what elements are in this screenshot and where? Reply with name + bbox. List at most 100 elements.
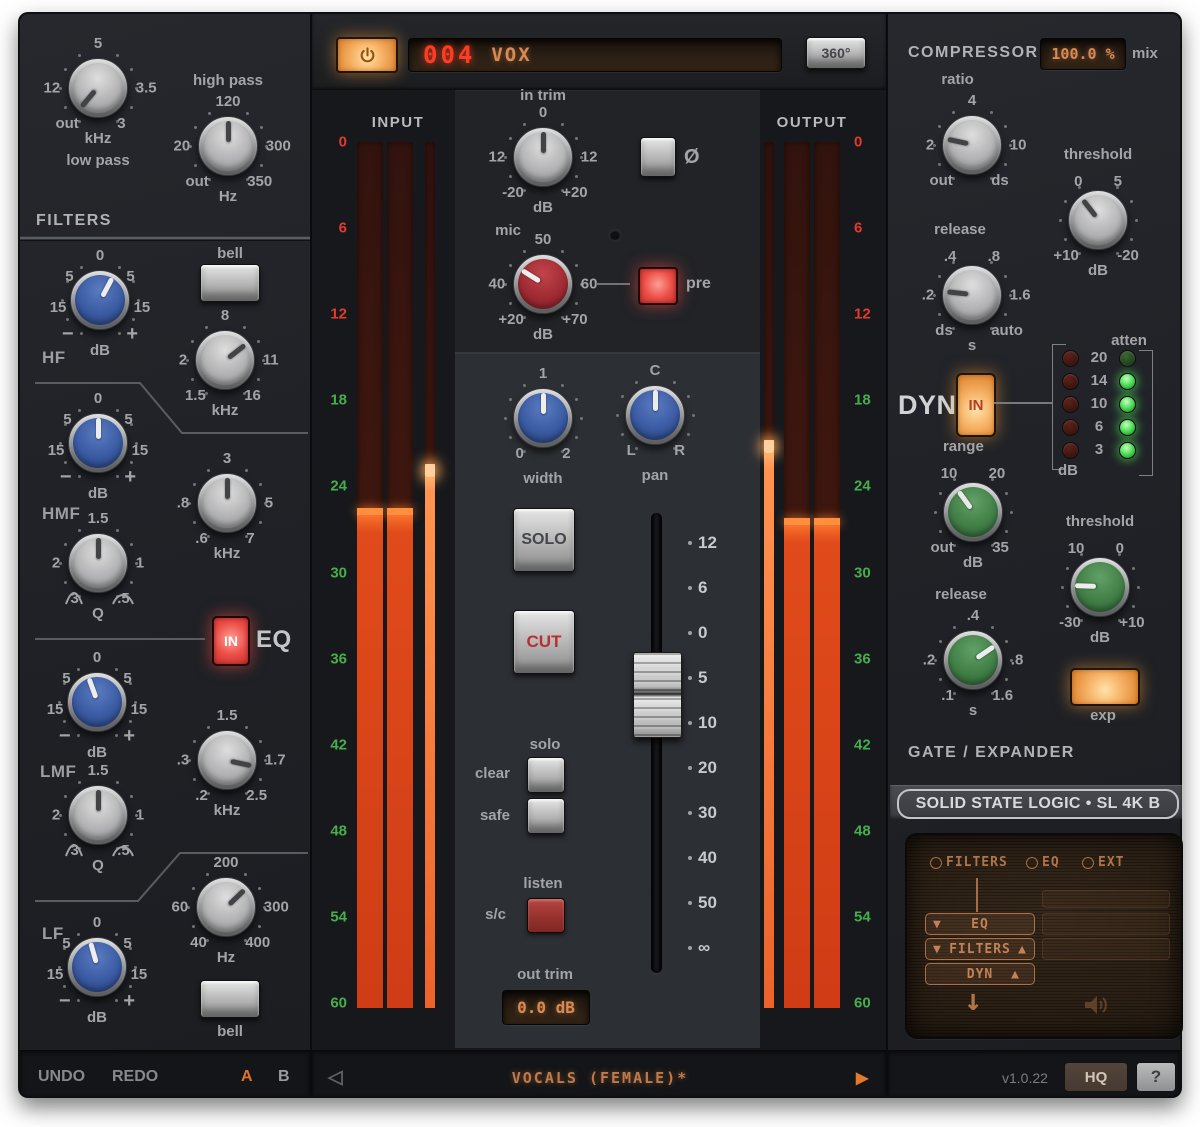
output-peak-meter <box>764 142 774 1008</box>
narrow-bell-icon <box>64 844 84 858</box>
safe-label: safe <box>462 807 510 824</box>
input-meter-label: INPUT <box>352 114 444 131</box>
eq-section-label: EQ <box>256 626 292 654</box>
hmf-q-knob[interactable]: 1.5 2 1 3 .5 Q <box>68 533 128 593</box>
sc-listen-button[interactable] <box>527 898 565 933</box>
pre-button[interactable] <box>638 267 678 305</box>
pan-knob[interactable]: C L R pan <box>625 385 685 445</box>
pre-led-icon <box>608 228 622 242</box>
preset-next-button[interactable]: ▶ <box>856 1068 868 1088</box>
clear-label: clear <box>462 765 510 782</box>
power-button[interactable] <box>336 37 398 73</box>
cut-button[interactable]: CUT <box>513 610 575 674</box>
hf-freq-knob[interactable]: 8 2 11 1.5 16 kHz <box>195 330 255 390</box>
preset-name: VOX <box>491 44 531 66</box>
hf-bell-button[interactable]: bell <box>200 264 260 302</box>
phase-invert-button[interactable] <box>640 137 676 177</box>
brand-badge: SOLID STATE LOGIC • SL 4K B <box>897 789 1179 819</box>
narrow-bell-icon <box>64 592 84 606</box>
listen-label: listen <box>513 875 573 892</box>
comp-release-knob[interactable]: release .4 .8 .2 1.6 ds auto s <box>942 265 1002 325</box>
node-radio-ext-icon[interactable] <box>1082 857 1094 869</box>
plugin-window: 5 12 3.5 out 3 kHz low pass high pass 12… <box>0 0 1200 1127</box>
lf-freq-knob[interactable]: 200 60 300 40 400 Hz <box>196 877 256 937</box>
hmf-freq-knob[interactable]: 3 .8 5 .6 7 kHz <box>197 473 257 533</box>
ab-compare-b[interactable]: B <box>278 1068 290 1086</box>
gr-led-green-3 <box>1119 442 1136 459</box>
undo-button[interactable]: UNDO <box>38 1068 85 1086</box>
atten-db-label: dB <box>1058 462 1078 479</box>
comp-ratio-knob[interactable]: ratio 4 2 10 out ds <box>942 115 1002 175</box>
low-pass-freq-knob[interactable]: 5 12 3.5 out 3 kHz low pass <box>68 58 128 118</box>
sc-label: s/c <box>458 906 506 923</box>
dyn-in-button[interactable]: IN <box>956 373 996 437</box>
lf-bell-button[interactable]: bell <box>200 980 260 1018</box>
lmf-band-label: LMF <box>40 762 76 782</box>
mic-pre-connector <box>596 283 630 285</box>
node-radio-eq-icon[interactable] <box>1026 857 1038 869</box>
speaker-icon <box>1082 993 1110 1017</box>
gr-led-red-10 <box>1062 396 1079 413</box>
atten-label: atten <box>1098 332 1160 349</box>
fader-cap[interactable] <box>633 652 682 738</box>
solo-button[interactable]: SOLO <box>513 508 575 572</box>
solo-safe-button[interactable] <box>527 798 565 834</box>
in-trim-knob[interactable]: in trim 0 12 12 -20 +20 dB <box>513 127 573 187</box>
preset-number: 004 <box>423 41 475 69</box>
wide-bell-icon <box>112 844 134 858</box>
gate-expander-title: GATE / EXPANDER <box>908 744 1075 762</box>
gr-led-green-6 <box>1119 419 1136 436</box>
node-radio-filters-icon[interactable] <box>930 857 942 869</box>
gate-release-knob[interactable]: release .4 .2 .8 .1 1.6 s <box>943 630 1003 690</box>
gate-threshold-knob[interactable]: threshold 10 0 -30 +10 dB <box>1070 557 1130 617</box>
pre-label: pre <box>686 275 711 293</box>
panel-divider <box>310 14 312 1096</box>
comp-threshold-knob[interactable]: threshold 0 5 +10 -20 dB <box>1068 190 1128 250</box>
solo-clear-button[interactable] <box>527 757 565 793</box>
high-pass-freq-knob[interactable]: high pass 120 20 300 out 350 Hz <box>198 116 258 176</box>
exp-button[interactable] <box>1070 668 1140 706</box>
out-trim-display[interactable]: 0.0 dB <box>502 990 590 1025</box>
routing-slot-dim <box>1042 938 1170 960</box>
help-button[interactable]: ? <box>1136 1062 1176 1092</box>
gate-range-knob[interactable]: range 10 20 out 35 dB <box>943 482 1003 542</box>
lmf-freq-knob[interactable]: 1.5 .3 1.7 .2 2.5 kHz <box>197 730 257 790</box>
routing-block-eq[interactable]: ▼ EQ <box>925 913 1035 935</box>
fader-track[interactable] <box>651 513 662 973</box>
hf-gain-knob[interactable]: 0 5 5 15 15 − + dB <box>70 270 130 330</box>
comp-mix-display[interactable]: 100.0 % <box>1040 38 1126 70</box>
solo-group-label: solo <box>515 736 575 753</box>
preset-name-footer[interactable]: VOCALS (FEMALE)* <box>430 1069 770 1087</box>
redo-button[interactable]: REDO <box>112 1068 158 1086</box>
lmf-q-knob[interactable]: 1.5 2 1 3 .5 Q <box>68 785 128 845</box>
mic-gain-knob[interactable]: mic 50 40 60 +20 +70 dB <box>513 254 573 314</box>
routing-output-arrow: ↓ <box>964 983 983 1018</box>
routing-slot-dim <box>1042 913 1170 935</box>
mode-360-button[interactable]: 360° <box>806 37 866 69</box>
preset-prev-button[interactable]: ◁ <box>328 1066 343 1089</box>
phase-symbol-label: Ø <box>684 146 700 169</box>
gr-led-red-3 <box>1062 442 1079 459</box>
gr-led-green-10 <box>1119 396 1136 413</box>
gr-led-green-14 <box>1119 373 1136 390</box>
ab-compare-a[interactable]: A <box>241 1068 253 1086</box>
eq-in-button[interactable]: IN <box>212 616 250 666</box>
compressor-title: COMPRESSOR <box>908 44 1039 62</box>
wide-bell-icon <box>112 592 134 606</box>
hq-button[interactable]: HQ <box>1064 1062 1128 1092</box>
routing-block-dyn[interactable]: DYN ▲ <box>925 963 1035 985</box>
hmf-gain-knob[interactable]: 0 5 5 15 15 − + dB <box>68 413 128 473</box>
lf-gain-knob[interactable]: 0 5 5 15 15 − + dB <box>67 937 127 997</box>
eq-filters-panel <box>20 14 310 1050</box>
output-meter-label: OUTPUT <box>766 114 858 131</box>
output-meter-bar-right <box>814 142 840 1008</box>
gr-led-red-20 <box>1062 350 1079 367</box>
lmf-gain-knob[interactable]: 0 5 5 15 15 − + dB <box>67 672 127 732</box>
preset-display[interactable]: 004 VOX <box>408 38 782 72</box>
lf-band-label: LF <box>42 924 64 944</box>
width-knob[interactable]: 1 0 2 width <box>513 388 573 448</box>
routing-block-filters[interactable]: ▼ FILTERS ▲ <box>925 938 1035 960</box>
input-meter-bar-right <box>387 142 413 1008</box>
dyn-section-label: DYN <box>898 390 957 421</box>
filters-title: FILTERS <box>36 212 112 230</box>
